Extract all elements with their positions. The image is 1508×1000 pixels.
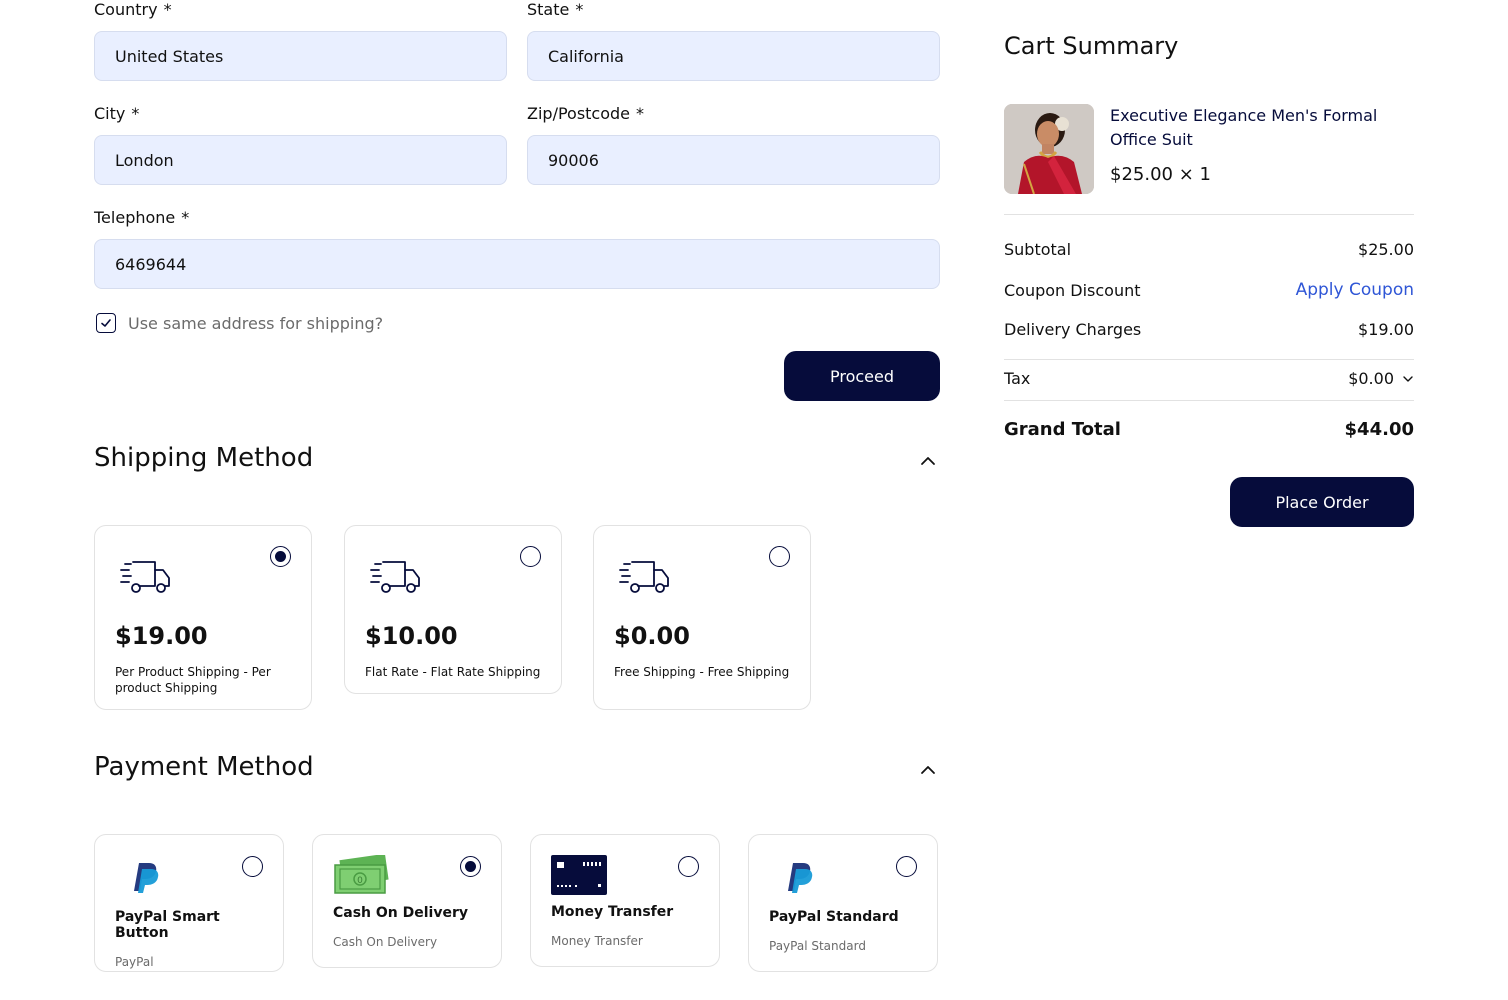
payment-radio[interactable]	[242, 856, 263, 877]
subtotal-value: $25.00	[1358, 240, 1414, 259]
zip-input[interactable]	[548, 150, 919, 170]
tax-value: $0.00	[1348, 369, 1394, 388]
shipping-method-title: Shipping Method	[94, 443, 314, 473]
paypal-icon	[788, 863, 813, 893]
chevron-up-icon[interactable]	[918, 451, 938, 471]
telephone-label: Telephone *	[94, 208, 190, 227]
coupon-label: Coupon Discount	[1004, 280, 1141, 300]
svg-text:0: 0	[357, 876, 363, 886]
divider	[1004, 214, 1414, 215]
shipping-description: Per Product Shipping - Per product Shipp…	[115, 665, 271, 695]
zip-field[interactable]	[527, 135, 940, 185]
payment-subtitle: Cash On Delivery	[333, 935, 438, 949]
product-name[interactable]: Executive Elegance Men's Formal Office S…	[1110, 104, 1400, 152]
same-address-label: Use same address for shipping?	[128, 313, 384, 333]
shipping-radio[interactable]	[520, 546, 541, 567]
same-address-option[interactable]: Use same address for shipping?	[96, 313, 383, 333]
shipping-radio[interactable]	[270, 546, 291, 567]
shipping-option-free[interactable]: $0.00 Free Shipping - Free Shipping	[593, 525, 811, 710]
cash-icon: 0	[334, 853, 389, 894]
bank-card-icon	[551, 855, 607, 895]
product-price-qty: $25.00 × 1	[1110, 164, 1211, 185]
delivery-label: Delivery Charges	[1004, 320, 1142, 339]
shipping-description: Free Shipping - Free Shipping	[614, 665, 790, 679]
country-label: Country *	[94, 0, 172, 19]
grand-total-row: Grand Total $44.00	[1004, 419, 1414, 440]
payment-subtitle: PayPal Standard	[769, 939, 866, 953]
payment-option-paypal-smart[interactable]: PayPal Smart Button PayPal	[94, 834, 284, 972]
shipping-price: $19.00	[115, 622, 208, 650]
product-image	[1004, 104, 1094, 194]
shipping-description: Flat Rate - Flat Rate Shipping	[365, 665, 541, 679]
payment-radio[interactable]	[678, 856, 699, 877]
delivery-value: $19.00	[1358, 320, 1414, 339]
country-input[interactable]	[115, 46, 486, 66]
payment-title: Money Transfer	[551, 904, 674, 920]
chevron-down-icon	[1403, 375, 1413, 382]
payment-subtitle: Money Transfer	[551, 934, 643, 948]
tax-toggle[interactable]: $0.00	[1348, 369, 1414, 388]
city-label: City *	[94, 104, 140, 123]
payment-radio[interactable]	[896, 856, 917, 877]
payment-option-cash-on-delivery[interactable]: 0 Cash On Delivery Cash On Delivery	[312, 834, 502, 968]
shipping-price: $10.00	[365, 622, 458, 650]
shipping-option-flat-rate[interactable]: $10.00 Flat Rate - Flat Rate Shipping	[344, 525, 562, 694]
shipping-option-per-product[interactable]: $19.00 Per Product Shipping - Per produc…	[94, 525, 312, 710]
subtotal-row: Subtotal $25.00	[1004, 240, 1414, 259]
payment-title: Cash On Delivery	[333, 905, 469, 921]
payment-radio[interactable]	[460, 856, 481, 877]
telephone-field[interactable]	[94, 239, 940, 289]
truck-icon	[120, 561, 170, 593]
coupon-row: Coupon Discount Apply Coupon	[1004, 280, 1414, 300]
payment-method-title: Payment Method	[94, 752, 314, 782]
state-label: State *	[527, 0, 584, 19]
divider	[1004, 359, 1414, 360]
shipping-price: $0.00	[614, 622, 690, 650]
apply-coupon-link[interactable]: Apply Coupon	[1296, 280, 1414, 300]
payment-option-money-transfer[interactable]: Money Transfer Money Transfer	[530, 834, 720, 967]
check-icon	[101, 319, 111, 327]
grand-total-label: Grand Total	[1004, 419, 1121, 440]
telephone-input[interactable]	[115, 254, 919, 274]
same-address-checkbox[interactable]	[96, 313, 116, 333]
payment-option-paypal-standard[interactable]: PayPal Standard PayPal Standard	[748, 834, 938, 972]
city-input[interactable]	[115, 150, 486, 170]
payment-subtitle: PayPal	[115, 955, 154, 969]
state-input[interactable]	[548, 46, 919, 66]
zip-label: Zip/Postcode *	[527, 104, 645, 123]
state-field[interactable]	[527, 31, 940, 81]
truck-icon	[370, 561, 420, 593]
chevron-up-icon[interactable]	[918, 760, 938, 780]
delivery-row: Delivery Charges $19.00	[1004, 320, 1414, 339]
country-field[interactable]	[94, 31, 507, 81]
shipping-radio[interactable]	[769, 546, 790, 567]
proceed-button[interactable]: Proceed	[784, 351, 940, 401]
tax-label: Tax	[1004, 369, 1031, 388]
payment-title: PayPal Standard	[769, 909, 899, 925]
truck-icon	[619, 561, 669, 593]
city-field[interactable]	[94, 135, 507, 185]
cart-summary-title: Cart Summary	[1004, 32, 1179, 60]
divider	[1004, 400, 1414, 401]
payment-title: PayPal Smart Button	[115, 909, 220, 941]
tax-row[interactable]: Tax $0.00	[1004, 369, 1414, 388]
place-order-button[interactable]: Place Order	[1230, 477, 1414, 527]
product-thumbnail[interactable]	[1004, 104, 1094, 194]
paypal-icon	[134, 863, 159, 893]
subtotal-label: Subtotal	[1004, 240, 1072, 259]
grand-total-value: $44.00	[1344, 419, 1414, 440]
